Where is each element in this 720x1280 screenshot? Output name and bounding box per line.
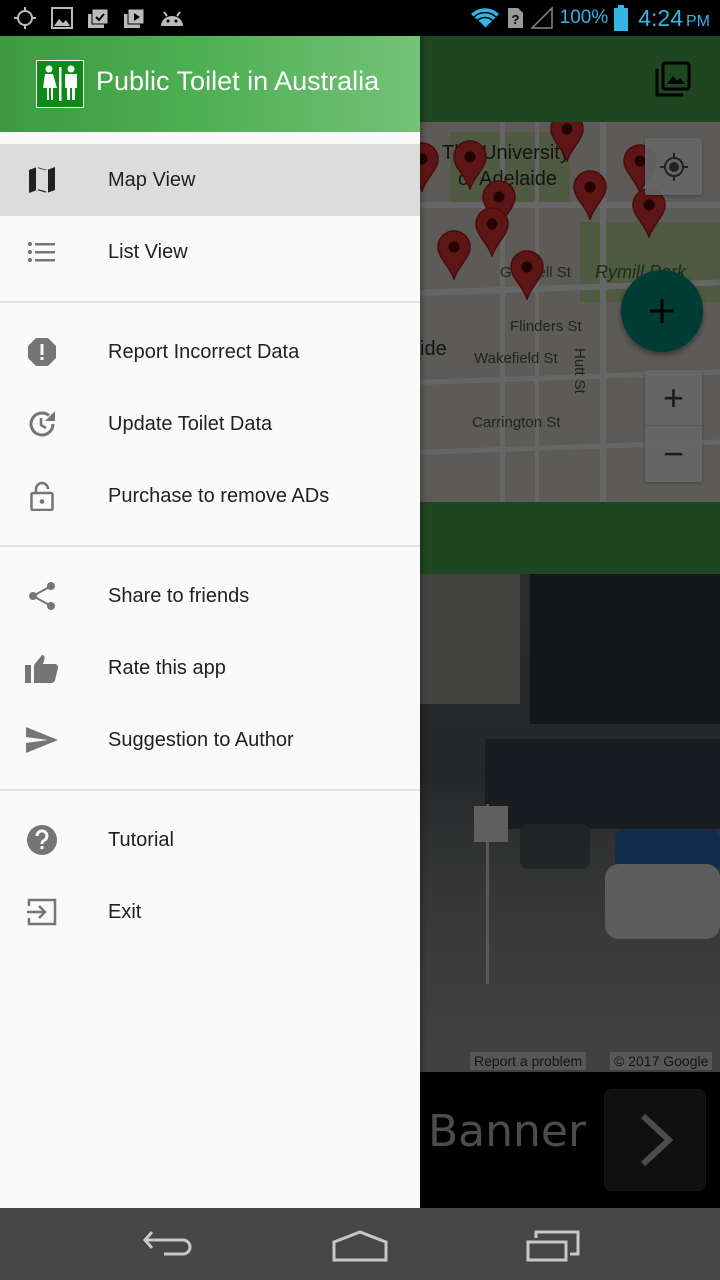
gps-icon xyxy=(14,7,36,29)
menu-item-update-toilet-data[interactable]: Update Toilet Data xyxy=(0,388,420,460)
menu-label: Report Incorrect Data xyxy=(108,340,300,363)
navigation-drawer: Public Toilet in Australia Map View List… xyxy=(0,36,420,1208)
list-icon xyxy=(24,234,60,270)
exit-icon xyxy=(24,894,60,930)
clock-hours: 4:24 xyxy=(638,4,683,31)
store-play-icon xyxy=(124,8,145,28)
menu-item-list-view[interactable]: List View xyxy=(0,216,420,288)
menu-label: Rate this app xyxy=(108,656,226,679)
menu-item-tutorial[interactable]: Tutorial xyxy=(0,804,420,876)
menu-label: Purchase to remove ADs xyxy=(108,484,330,507)
send-icon xyxy=(24,722,60,758)
update-icon xyxy=(24,406,60,442)
divider xyxy=(0,301,420,303)
toilet-men-women-icon xyxy=(43,65,77,101)
home-icon xyxy=(332,1230,388,1262)
signal-icon xyxy=(529,6,553,29)
menu-label: Exit xyxy=(108,900,142,923)
menu-item-map-view[interactable]: Map View xyxy=(0,144,420,216)
battery-percent: 100% xyxy=(559,7,609,28)
menu-label: Map View xyxy=(108,168,196,191)
menu-item-purchase-remove-ads[interactable]: Purchase to remove ADs xyxy=(0,460,420,532)
menu-item-report-incorrect-data[interactable]: Report Incorrect Data xyxy=(0,316,420,388)
menu-item-exit[interactable]: Exit xyxy=(0,876,420,948)
map-icon xyxy=(24,162,60,198)
store-check-icon xyxy=(88,8,109,28)
clock-ampm: PM xyxy=(686,12,710,30)
back-button[interactable] xyxy=(138,1226,198,1266)
divider xyxy=(0,789,420,791)
divider xyxy=(0,545,420,547)
lock-open-icon xyxy=(24,478,60,514)
recents-icon xyxy=(526,1230,580,1262)
report-icon xyxy=(24,334,60,370)
menu-label: Tutorial xyxy=(108,828,174,851)
menu-label: List View xyxy=(108,240,188,263)
app-logo xyxy=(36,60,84,108)
menu-label: Update Toilet Data xyxy=(108,412,273,435)
back-icon xyxy=(143,1231,192,1256)
image-icon xyxy=(51,7,73,29)
help-icon xyxy=(24,822,60,858)
screen: ? 100% 4:24PM The University of Adelaide xyxy=(0,0,720,1280)
drawer-menu: Map View List View Report Incorrect Data xyxy=(0,144,420,948)
status-bar: ? 100% 4:24 PM xyxy=(0,0,720,36)
menu-item-suggestion-to-author[interactable]: Suggestion to Author xyxy=(0,704,420,776)
menu-item-share-to-friends[interactable]: Share to friends xyxy=(0,560,420,632)
clock-time: 4:24 PM xyxy=(638,5,710,32)
no-sim-icon: ? xyxy=(507,8,523,28)
menu-label: Share to friends xyxy=(108,584,250,607)
wifi-icon xyxy=(470,8,499,29)
notification-icons xyxy=(12,4,186,32)
system-status: ? 100% 4:24 PM xyxy=(470,2,710,34)
share-icon xyxy=(24,578,60,614)
recents-button[interactable] xyxy=(523,1226,583,1266)
android-icon xyxy=(161,11,183,26)
drawer-header: Public Toilet in Australia xyxy=(0,36,420,132)
system-nav-bar xyxy=(0,1208,720,1280)
menu-label: Suggestion to Author xyxy=(108,728,294,751)
menu-item-rate-this-app[interactable]: Rate this app xyxy=(0,632,420,704)
svg-text:?: ? xyxy=(511,12,519,27)
app-title: Public Toilet in Australia xyxy=(96,66,380,96)
thumb-up-icon xyxy=(24,650,60,686)
home-button[interactable] xyxy=(330,1226,390,1266)
battery-icon xyxy=(614,5,629,31)
